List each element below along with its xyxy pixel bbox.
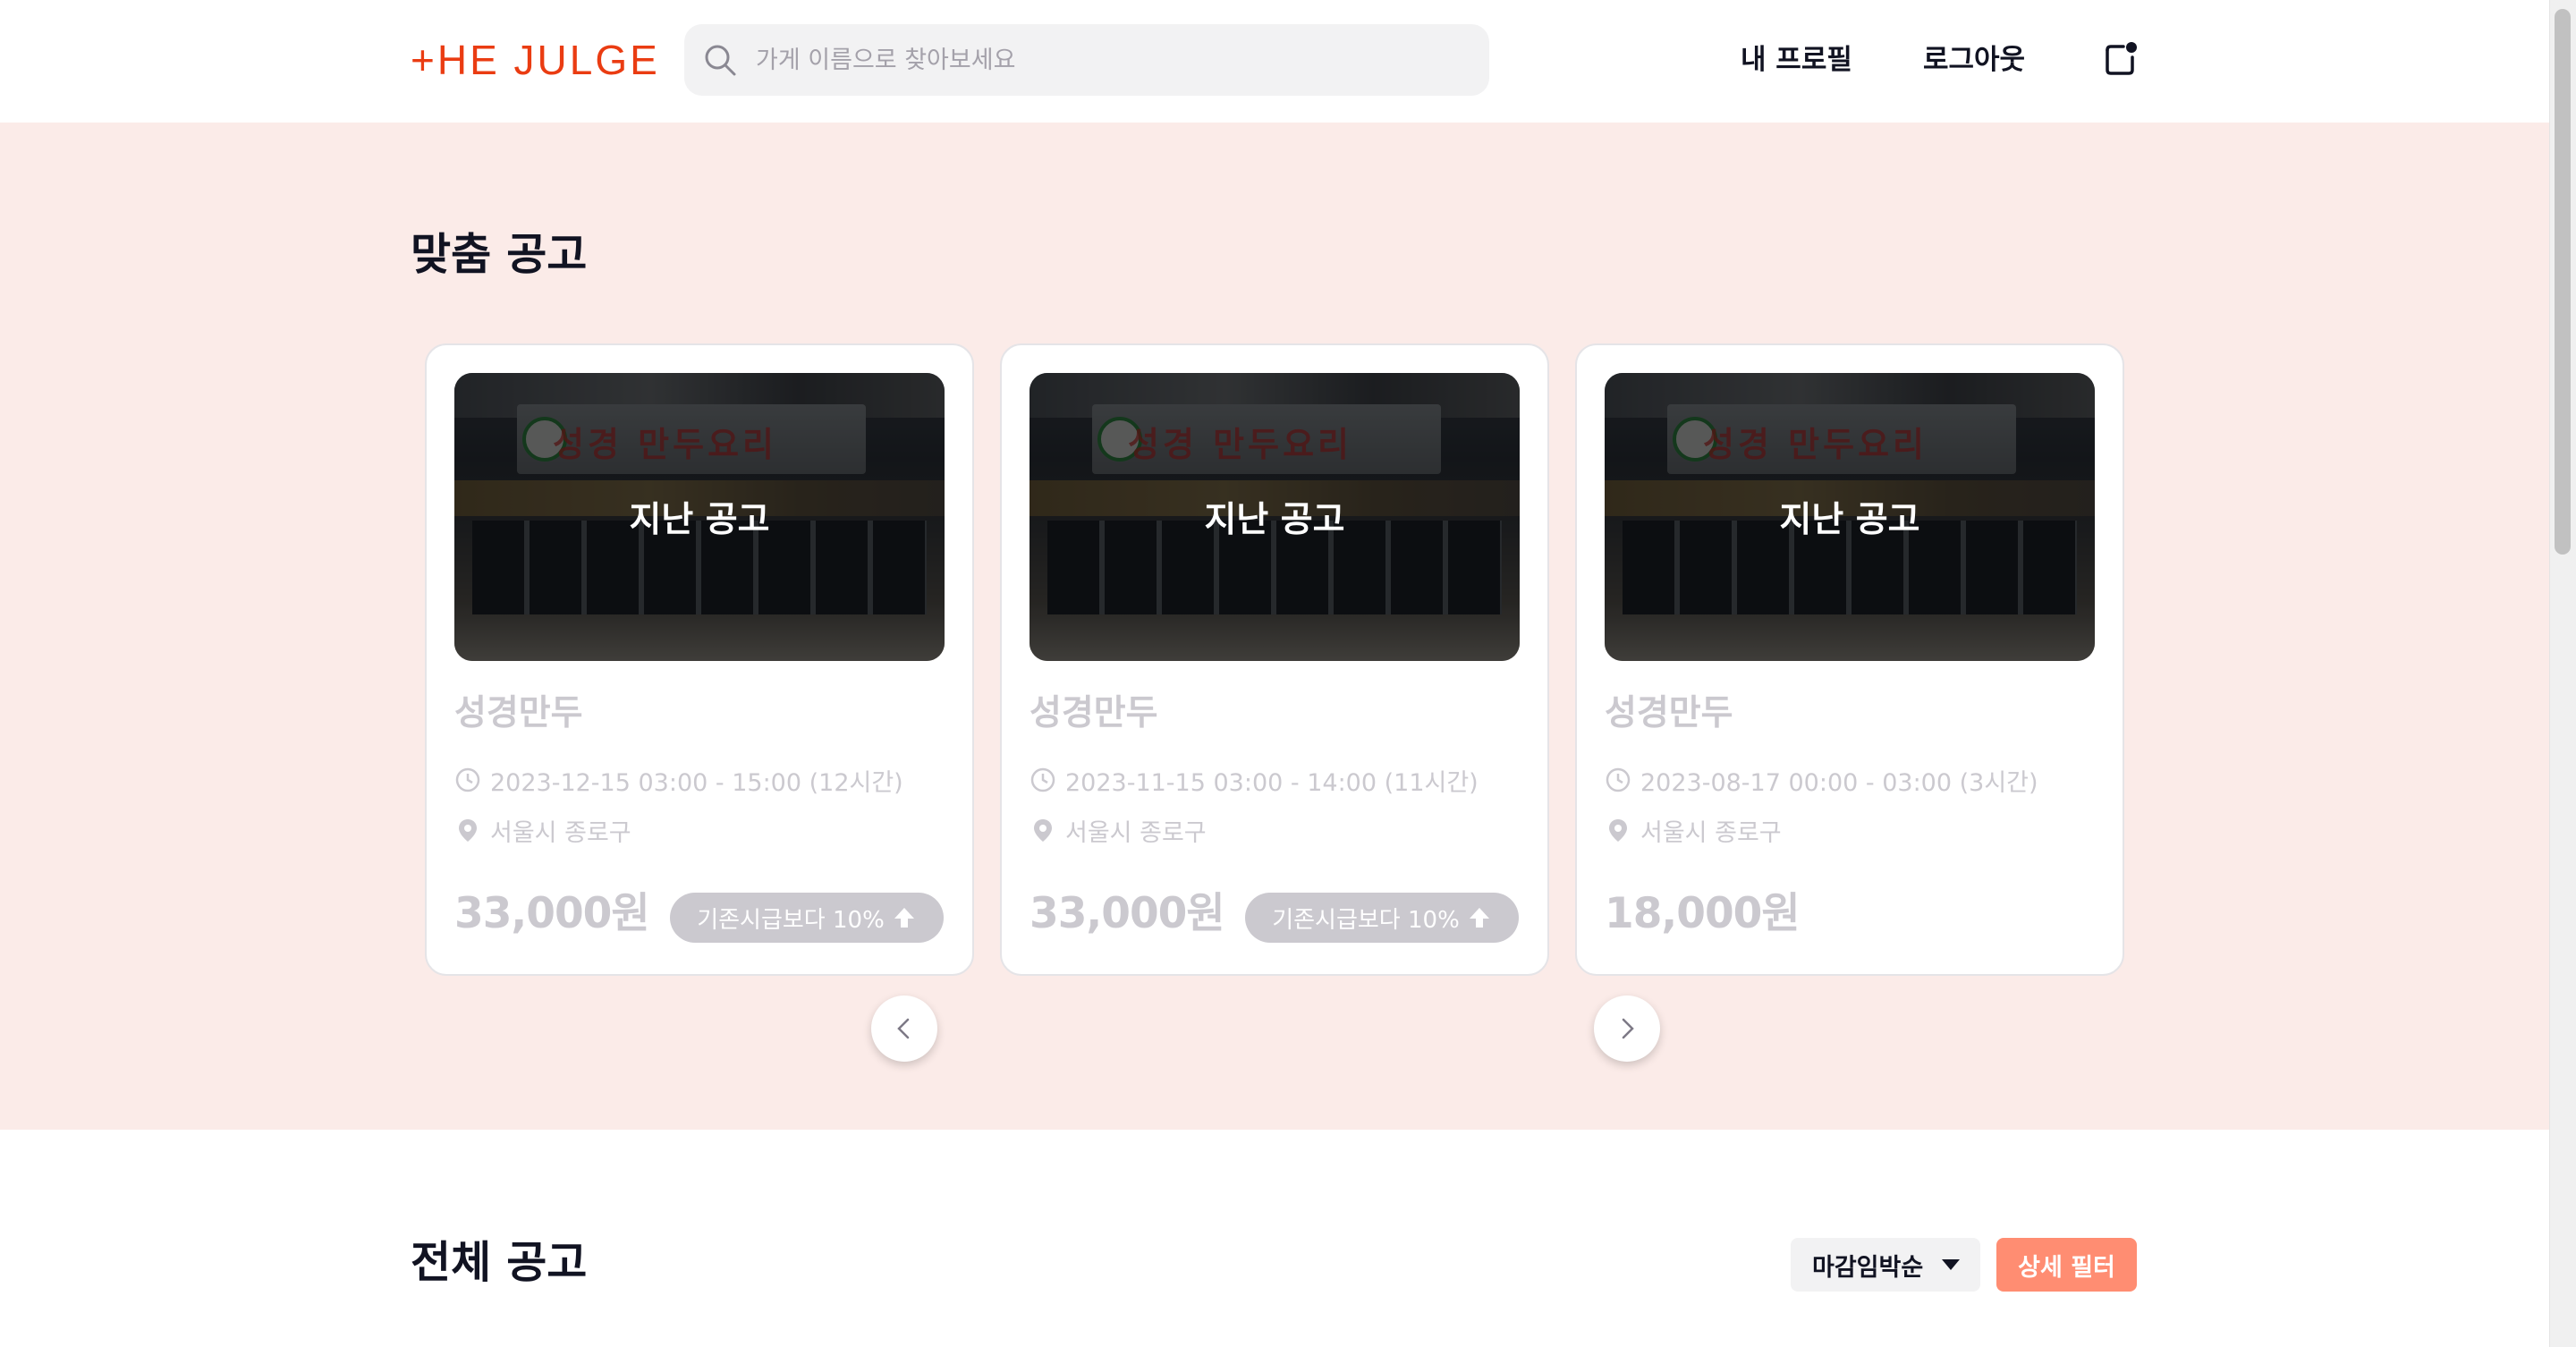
wage-increase-text: 기존시급보다 10% xyxy=(1272,906,1460,934)
location-text: 서울시 종로구 xyxy=(1640,818,1782,847)
work-time-text: 2023-08-17 00:00 - 03:00 (3시간) xyxy=(1640,768,2038,797)
hourly-wage: 33,000원 xyxy=(1030,889,1225,938)
closed-notice-label: 지난 공고 xyxy=(1779,500,1920,540)
location: 서울시 종로구 xyxy=(1030,812,1207,848)
work-time: 2023-12-15 03:00 - 15:00 (12시간) xyxy=(454,762,903,798)
search-input[interactable] xyxy=(756,24,1471,96)
chevron-left-icon xyxy=(897,1018,910,1039)
custom-notices-title: 맞춤 공고 xyxy=(411,229,588,280)
clock-icon xyxy=(1030,767,1055,792)
sort-selected-label: 마감임박순 xyxy=(1812,1253,1924,1282)
carousel-prev-button[interactable] xyxy=(871,995,937,1062)
location-pin-icon xyxy=(1034,819,1052,842)
store-photo: 성경 만두요리 지난 공고 xyxy=(1030,373,1520,661)
location-pin-icon xyxy=(459,819,477,842)
clock-icon xyxy=(455,767,480,792)
location-text: 서울시 종로구 xyxy=(490,818,631,847)
carousel-next-button[interactable] xyxy=(1594,995,1660,1062)
page-scrollbar[interactable] xyxy=(2549,0,2576,1347)
bell-icon[interactable] xyxy=(2102,41,2138,79)
arrow-up-icon xyxy=(1469,908,1489,928)
sort-dropdown[interactable]: 마감임박순 xyxy=(1791,1238,1980,1292)
store-name: 성경만두 xyxy=(1030,693,1158,733)
nav-my-profile[interactable]: 내 프로필 xyxy=(1741,36,1852,84)
scrollbar-thumb[interactable] xyxy=(2555,9,2571,555)
hourly-wage: 33,000원 xyxy=(454,889,650,938)
hourly-wage: 18,000원 xyxy=(1605,889,1801,938)
store-photo: 성경 만두요리 지난 공고 xyxy=(454,373,945,661)
notice-card[interactable]: 성경 만두요리 지난 공고 성경만두 2023-12-15 03:00 - 15… xyxy=(425,343,974,976)
work-time-text: 2023-11-15 03:00 - 14:00 (11시간) xyxy=(1065,768,1479,797)
search-icon xyxy=(705,45,736,76)
location: 서울시 종로구 xyxy=(1605,812,1782,848)
logo[interactable]: +HE JULGE xyxy=(411,36,660,84)
chevron-right-icon xyxy=(1622,1018,1634,1039)
closed-notice-label: 지난 공고 xyxy=(1204,500,1345,540)
arrow-up-icon xyxy=(894,908,914,928)
location-text: 서울시 종로구 xyxy=(1065,818,1207,847)
closed-notice-label: 지난 공고 xyxy=(629,500,770,540)
caret-down-icon xyxy=(1942,1259,1960,1270)
location-pin-icon xyxy=(1609,819,1627,842)
top-header: +HE JULGE 내 프로필 로그아웃 xyxy=(0,0,2549,123)
location: 서울시 종로구 xyxy=(454,812,631,848)
clock-icon xyxy=(1606,767,1631,792)
work-time: 2023-08-17 00:00 - 03:00 (3시간) xyxy=(1605,762,2038,798)
wage-increase-text: 기존시급보다 10% xyxy=(697,906,885,934)
nav-logout[interactable]: 로그아웃 xyxy=(1923,36,2025,84)
notice-card[interactable]: 성경 만두요리 지난 공고 성경만두 2023-08-17 00:00 - 03… xyxy=(1575,343,2124,976)
store-name: 성경만두 xyxy=(454,693,583,733)
store-photo: 성경 만두요리 지난 공고 xyxy=(1605,373,2095,661)
store-name: 성경만두 xyxy=(1605,693,1733,733)
notice-card[interactable]: 성경 만두요리 지난 공고 성경만두 2023-11-15 03:00 - 14… xyxy=(1000,343,1549,976)
work-time-text: 2023-12-15 03:00 - 15:00 (12시간) xyxy=(490,768,903,797)
wage-increase-badge: 기존시급보다 10% xyxy=(1245,893,1519,943)
search-bar[interactable] xyxy=(684,24,1489,96)
wage-increase-badge: 기존시급보다 10% xyxy=(670,893,944,943)
all-notices-title: 전체 공고 xyxy=(411,1237,588,1288)
work-time: 2023-11-15 03:00 - 14:00 (11시간) xyxy=(1030,762,1479,798)
detail-filter-button[interactable]: 상세 필터 xyxy=(1996,1238,2137,1292)
